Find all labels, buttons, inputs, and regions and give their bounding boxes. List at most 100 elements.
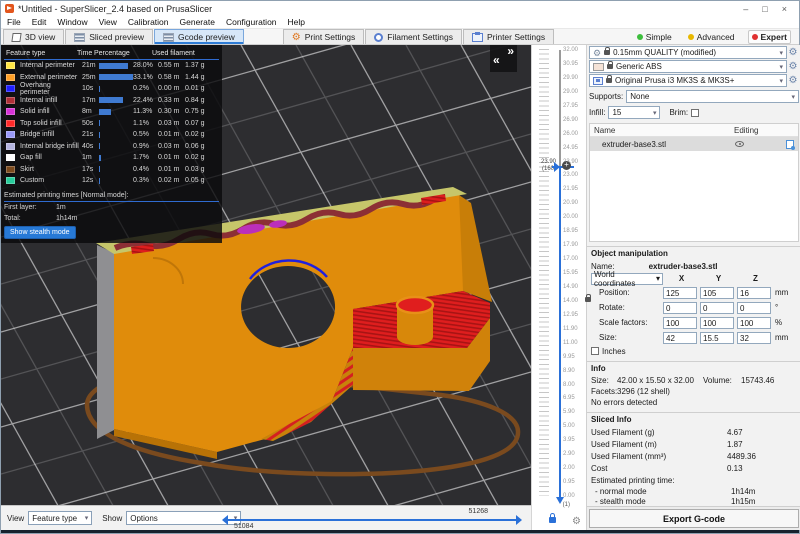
legend-row[interactable]: Internal infill 17m 22.4% 0.33 m 0.84 g: [4, 95, 219, 107]
om-z-input[interactable]: 32: [737, 332, 771, 344]
slider-right-thumb[interactable]: [516, 515, 522, 525]
menu-item[interactable]: Configuration: [226, 17, 277, 27]
om-unit-label: °: [775, 303, 778, 312]
slider-left-thumb[interactable]: [222, 515, 228, 525]
mode-button[interactable]: Advanced: [685, 31, 738, 43]
tab-sliced-preview[interactable]: Sliced preview: [65, 29, 153, 44]
coordinates-select[interactable]: World coordinates ▾: [591, 273, 663, 285]
om-y-input[interactable]: 105: [700, 287, 734, 299]
om-y-input[interactable]: 0: [700, 302, 734, 314]
om-x-input[interactable]: 125: [663, 287, 697, 299]
view-type-select[interactable]: Feature type ▾: [28, 511, 92, 525]
legend-row[interactable]: Internal perimeter 21m 28.0% 0.55 m 1.37…: [4, 60, 219, 72]
toolbar: 3D view Sliced preview Gcode preview ⚙ P…: [1, 29, 799, 45]
filament-profile-select[interactable]: Generic ABS ▾: [589, 60, 787, 73]
filament-spool-icon: [374, 33, 383, 42]
feature-name: Bridge infill: [20, 131, 82, 138]
legend-row[interactable]: Gap fill 1m 1.7% 0.01 m 0.02 g: [4, 152, 219, 164]
object-manipulation-title: Object manipulation: [591, 249, 797, 258]
legend-row[interactable]: Overhang perimeter 10s 0.2% 0.00 m 0.01 …: [4, 83, 219, 95]
om-y-input[interactable]: 100: [700, 317, 734, 329]
coordinates-value: World coordinates: [594, 270, 656, 288]
legend-row[interactable]: Top solid infill 50s 1.1% 0.03 m 0.07 g: [4, 118, 219, 130]
export-gcode-button[interactable]: Export G-code: [589, 509, 799, 528]
first-layer-value: 1m: [56, 204, 66, 211]
om-x-input[interactable]: 42: [663, 332, 697, 344]
menu-item[interactable]: Help: [288, 17, 305, 27]
layer-slider-track-active[interactable]: [559, 166, 561, 498]
legend-row[interactable]: Solid infill 8m 11.3% 0.30 m 0.75 g: [4, 106, 219, 118]
minimize-button[interactable]: –: [743, 4, 748, 14]
uniform-scale-lock-icon[interactable]: [585, 297, 591, 302]
show-stealth-mode-button[interactable]: Show stealth mode: [4, 226, 76, 239]
brim-checkbox[interactable]: [691, 109, 699, 117]
layer-tick-label: 29.90: [563, 75, 585, 82]
om-row-label: Rotate:: [591, 303, 663, 312]
printer-settings-cog-button[interactable]: ⚙: [787, 75, 799, 86]
title-bar[interactable]: *Untitled - SuperSlicer_2.4 based on Pru…: [1, 1, 799, 16]
om-x-input[interactable]: 0: [663, 302, 697, 314]
mode-label: Advanced: [697, 32, 735, 42]
tab-filament-settings[interactable]: Filament Settings: [365, 29, 462, 44]
print-profile-select[interactable]: ⚙ 0.15mm QUALITY (modified) ▾: [589, 46, 787, 59]
add-color-change-icon[interactable]: +: [562, 161, 571, 170]
tab-printer-settings[interactable]: Printer Settings: [463, 29, 554, 44]
printer-icon: [472, 33, 483, 42]
om-unit-label: mm: [775, 333, 788, 342]
feature-meters: 0.01 m: [158, 154, 185, 161]
print-settings-cog-button[interactable]: ⚙: [787, 47, 799, 58]
om-row: Scale factors: 100 100 100 %: [591, 315, 797, 330]
feature-name: Custom: [20, 177, 82, 184]
layer-tick-label: 27.95: [563, 103, 585, 110]
menu-item[interactable]: Window: [57, 17, 87, 27]
menu-item[interactable]: Generate: [180, 17, 215, 27]
feature-percentage: 1.1%: [133, 120, 158, 127]
close-button[interactable]: ×: [782, 4, 787, 14]
tab-3d-view[interactable]: 3D view: [3, 29, 64, 44]
infill-select[interactable]: 15 ▾: [608, 106, 660, 119]
gear-icon[interactable]: ⚙: [572, 516, 581, 527]
om-z-input[interactable]: 100: [737, 317, 771, 329]
layer-slider-thumb[interactable]: 23.90 (160) +: [532, 162, 578, 172]
supports-label: Supports:: [589, 92, 623, 101]
eye-icon[interactable]: [735, 141, 744, 147]
first-layer-label: First layer:: [4, 204, 56, 211]
mode-button[interactable]: Simple: [634, 31, 675, 43]
total-time-value: 1h14m: [56, 215, 77, 222]
legend-row[interactable]: Internal bridge infill 40s 0.9% 0.03 m 0…: [4, 141, 219, 153]
om-x-input[interactable]: 100: [663, 317, 697, 329]
legend-row[interactable]: Bridge infill 21s 0.5% 0.01 m 0.02 g: [4, 129, 219, 141]
tab-gcode-preview[interactable]: Gcode preview: [154, 29, 244, 44]
sliced-info-row: Used Filament (mm³) 4489.36: [591, 450, 797, 462]
tab-sliced-preview-label: Sliced preview: [89, 32, 144, 42]
edit-object-icon[interactable]: [786, 140, 794, 149]
axis-z-header: Z: [737, 274, 774, 283]
gcode-move-slider[interactable]: 51084 51268: [228, 519, 516, 521]
lock-icon[interactable]: [549, 517, 556, 523]
menu-item[interactable]: Edit: [32, 17, 47, 27]
menu-item[interactable]: Calibration: [128, 17, 169, 27]
tab-print-settings[interactable]: ⚙ Print Settings: [283, 29, 365, 44]
printer-profile-select[interactable]: Original Prusa i3 MK3S & MK3S+ ▾: [589, 74, 787, 87]
supports-select[interactable]: None ▾: [626, 90, 799, 103]
layer-tick-label: 17.00: [563, 256, 585, 263]
collapse-sidebar-button[interactable]: » «: [490, 45, 517, 72]
cube-icon: [11, 33, 21, 42]
om-z-input[interactable]: 16: [737, 287, 771, 299]
3d-viewport[interactable]: Feature type Time Percentage Used filame…: [1, 45, 531, 505]
layer-tick-label: 20.90: [563, 200, 585, 207]
legend-row[interactable]: Custom 12s 0.3% 0.02 m 0.05 g: [4, 175, 219, 187]
feature-meters: 0.01 m: [158, 131, 185, 138]
inches-checkbox[interactable]: [591, 347, 599, 355]
maximize-button[interactable]: □: [762, 4, 767, 14]
om-y-input[interactable]: 15.5: [700, 332, 734, 344]
legend-row[interactable]: Skirt 17s 0.4% 0.01 m 0.03 g: [4, 164, 219, 176]
filament-settings-cog-button[interactable]: ⚙: [787, 61, 799, 72]
mode-button[interactable]: Expert: [748, 30, 791, 44]
menu-item[interactable]: View: [99, 17, 117, 27]
object-list: Name Editing extruder-base3.stl: [589, 123, 799, 242]
chevron-down-icon: ▾: [653, 109, 657, 117]
om-z-input[interactable]: 0: [737, 302, 771, 314]
menu-item[interactable]: File: [7, 17, 21, 27]
object-list-row[interactable]: extruder-base3.stl: [590, 137, 798, 151]
